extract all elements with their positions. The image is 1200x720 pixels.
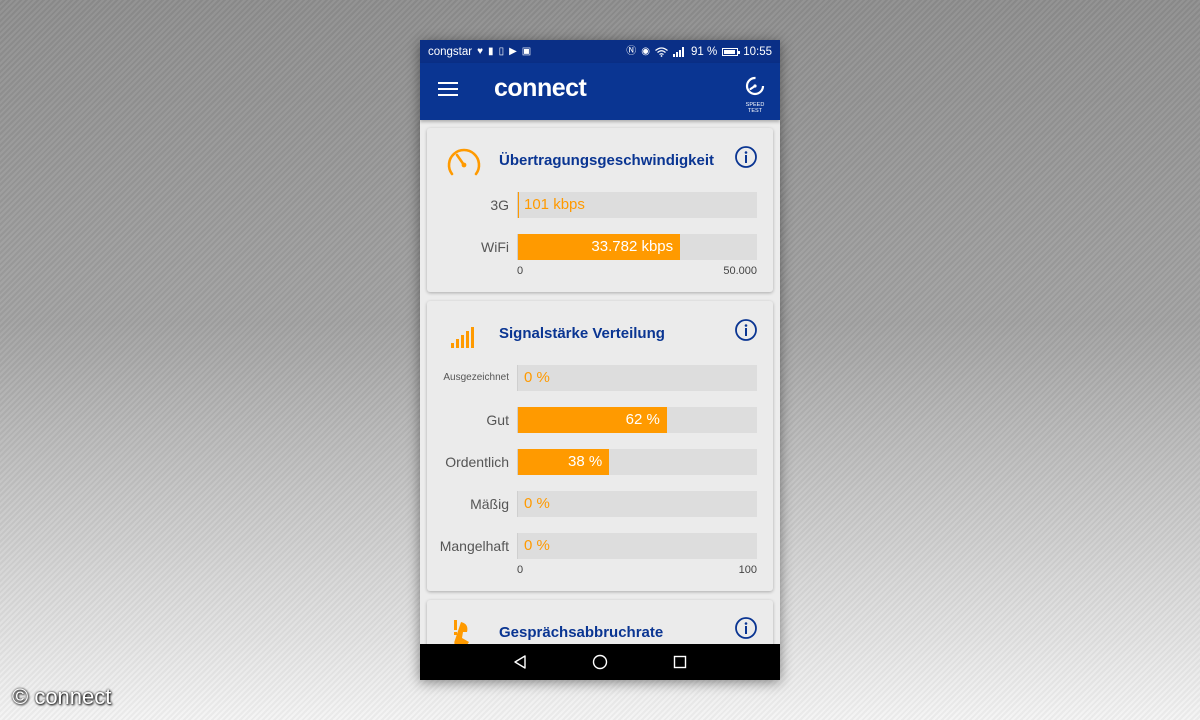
speed-card: Übertragungsgeschwindigkeit 3G 101 kbps … xyxy=(427,128,773,292)
app-bar: connect SPEED TEST xyxy=(420,63,780,120)
system-nav-bar xyxy=(420,644,780,680)
signal-bar-row: Ausgezeichnet 0 % xyxy=(427,365,773,391)
home-button[interactable] xyxy=(590,652,610,672)
signal-bars-icon xyxy=(451,327,474,348)
signal-bar-row: Mäßig 0 % xyxy=(427,491,773,517)
home-icon xyxy=(592,654,608,670)
recents-button[interactable] xyxy=(670,652,690,672)
app-logo: connect xyxy=(494,74,587,102)
status-bar: congstar ♥ ▮ ▯ ▶ ▣ Ⓝ ◉ 91 % 10:55 xyxy=(420,40,780,63)
card-title-signal: Signalstärke Verteilung xyxy=(499,325,665,342)
signal-card: Signalstärke Verteilung Ausgezeichnet 0 … xyxy=(427,301,773,591)
eye-icon: ◉ xyxy=(641,45,650,57)
phone-screen: congstar ♥ ▮ ▯ ▶ ▣ Ⓝ ◉ 91 % 10:55 connec… xyxy=(420,40,780,680)
wifi-icon xyxy=(655,46,668,57)
scale-max: 50.000 xyxy=(723,265,757,277)
bar-value: 33.782 kbps xyxy=(591,238,674,255)
bar-label: Mäßig xyxy=(470,496,509,512)
info-icon[interactable] xyxy=(735,617,757,639)
bar-value: 101 kbps xyxy=(524,196,585,213)
signal-bar-row: Gut 62 % xyxy=(427,407,773,433)
carrier-name: congstar xyxy=(428,45,473,58)
bar-track: 0 % xyxy=(517,365,757,391)
recents-icon xyxy=(673,655,687,669)
bar-value: 0 % xyxy=(524,495,550,512)
battery-percent: 91 % xyxy=(691,45,718,58)
watermark: © connect xyxy=(12,684,112,709)
bar-track: 33.782 kbps xyxy=(517,234,757,260)
info-icon[interactable] xyxy=(735,146,757,168)
back-button[interactable] xyxy=(510,652,530,672)
scale-max: 100 xyxy=(738,564,757,576)
speed-bar-row: 3G 101 kbps xyxy=(427,192,773,218)
back-icon xyxy=(514,655,526,669)
signal-bar-row: Mangelhaft 0 % xyxy=(427,533,773,559)
drop-card: Gesprächsabbruchrate xyxy=(427,600,773,644)
bar-label: Mangelhaft xyxy=(439,538,509,554)
speedtest-label-2: TEST xyxy=(747,108,763,114)
call-drop-icon xyxy=(454,620,469,644)
content-scroll[interactable]: Übertragungsgeschwindigkeit 3G 101 kbps … xyxy=(420,120,780,644)
signal-bar-row: Ordentlich 38 % xyxy=(427,449,773,475)
play-store-icon: ▶ xyxy=(509,45,517,57)
bar-value: 38 % xyxy=(568,453,603,470)
app-notification-icon: ▣ xyxy=(521,45,532,57)
bar-track: 0 % xyxy=(517,533,757,559)
card-title-speed: Übertragungsgeschwindigkeit xyxy=(499,152,715,169)
speed-bar-row: WiFi 33.782 kbps xyxy=(427,234,773,260)
scale-min: 0 xyxy=(517,265,524,277)
bar-label: WiFi xyxy=(481,239,509,255)
speedtest-icon xyxy=(745,76,765,96)
menu-icon[interactable] xyxy=(438,82,458,98)
battery-saver-icon: ▮ xyxy=(488,45,494,57)
bar-value: 62 % xyxy=(625,411,660,428)
bar-value: 0 % xyxy=(524,537,550,554)
nfc-icon: Ⓝ xyxy=(626,45,637,57)
bar-track: 62 % xyxy=(517,407,757,433)
bar-label: Ausgezeichnet xyxy=(443,372,509,383)
card-title-drop: Gesprächsabbruchrate xyxy=(499,624,664,641)
bar-value: 0 % xyxy=(524,369,550,386)
heart-icon: ♥ xyxy=(477,45,484,57)
speedometer-icon xyxy=(447,148,481,176)
sim-icon: ▯ xyxy=(498,45,505,57)
battery-icon xyxy=(722,47,741,56)
scale-min: 0 xyxy=(517,564,524,576)
bar-track: 38 % xyxy=(517,449,757,475)
cell-signal-icon xyxy=(673,46,684,57)
clock: 10:55 xyxy=(743,45,772,58)
info-icon[interactable] xyxy=(735,319,757,341)
speedtest-button[interactable]: SPEED TEST xyxy=(742,75,768,114)
bar-label: Ordentlich xyxy=(445,454,509,470)
bar-label: 3G xyxy=(490,197,509,213)
bar-track: 0 % xyxy=(517,491,757,517)
bar-track: 101 kbps xyxy=(517,192,757,218)
bar-label: Gut xyxy=(486,412,509,428)
